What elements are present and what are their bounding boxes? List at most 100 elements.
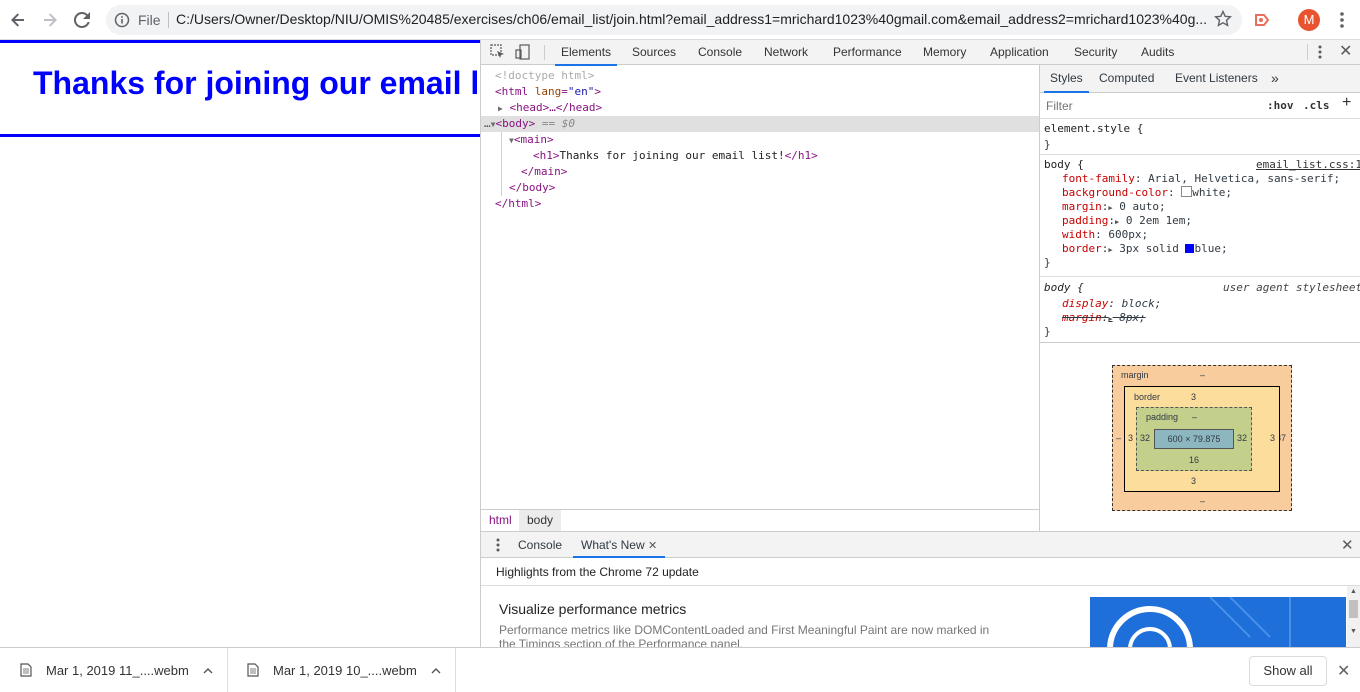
download-item[interactable]: Mar 1, 2019 10_....webm bbox=[227, 648, 456, 692]
margin-top-value[interactable]: – bbox=[1200, 370, 1205, 380]
forward-button[interactable] bbox=[38, 8, 62, 32]
property-value: 8px; bbox=[1119, 311, 1146, 324]
border-bottom-value[interactable]: 3 bbox=[1191, 476, 1196, 486]
screen-recorder-icon[interactable] bbox=[1252, 10, 1272, 30]
close-downloads-icon[interactable]: ✕ bbox=[1337, 661, 1350, 681]
scrollbar-thumb[interactable] bbox=[1349, 600, 1358, 618]
padding-left-value[interactable]: 32 bbox=[1140, 433, 1150, 443]
breadcrumb-body[interactable]: body bbox=[519, 510, 562, 532]
info-icon[interactable] bbox=[114, 12, 130, 28]
download-filename: Mar 1, 2019 10_....webm bbox=[273, 662, 417, 678]
expand-triangle-icon[interactable]: ▶ bbox=[498, 104, 503, 113]
chevron-up-icon[interactable] bbox=[203, 663, 213, 677]
css-property[interactable]: margin:▶ 0 auto; bbox=[1062, 200, 1166, 213]
dom-h1-node[interactable]: <h1>Thanks for joining our email list!</… bbox=[533, 148, 818, 164]
color-swatch-white[interactable] bbox=[1181, 186, 1193, 197]
css-property[interactable]: font-family: Arial, Helvetica, sans-seri… bbox=[1062, 172, 1340, 185]
new-style-rule-icon[interactable]: + bbox=[1342, 94, 1351, 112]
drawer-tab-console[interactable]: Console bbox=[518, 532, 562, 558]
close-drawer-icon[interactable]: ✕ bbox=[1341, 536, 1354, 554]
expand-triangle-icon[interactable]: ▶ bbox=[1108, 246, 1112, 254]
tab-computed[interactable]: Computed bbox=[1099, 65, 1154, 92]
dom-doctype[interactable]: <!doctype html> bbox=[495, 68, 594, 84]
border-top-value[interactable]: 3 bbox=[1191, 392, 1196, 402]
drawer-menu-icon[interactable] bbox=[495, 537, 501, 553]
close-tab-icon[interactable]: ✕ bbox=[648, 540, 657, 552]
close-devtools-icon[interactable]: ✕ bbox=[1339, 44, 1353, 60]
avatar[interactable]: M bbox=[1298, 9, 1320, 31]
back-button[interactable] bbox=[6, 8, 30, 32]
cls-toggle[interactable]: .cls bbox=[1303, 99, 1330, 112]
tab-sources[interactable]: Sources bbox=[632, 40, 676, 64]
rule-selector[interactable]: body { bbox=[1044, 158, 1084, 171]
margin-bottom-value[interactable]: – bbox=[1200, 496, 1205, 506]
bookmark-star-icon[interactable] bbox=[1214, 10, 1232, 28]
border-right-value[interactable]: 3 bbox=[1270, 433, 1275, 443]
tab-event-listeners[interactable]: Event Listeners bbox=[1175, 65, 1258, 92]
dom-main-node[interactable]: ▼<main> bbox=[509, 132, 554, 148]
reload-icon bbox=[74, 12, 90, 28]
scroll-down-icon[interactable]: ▼ bbox=[1350, 628, 1357, 635]
tab-elements[interactable]: Elements bbox=[555, 40, 618, 66]
tab-network[interactable]: Network bbox=[764, 40, 808, 64]
device-toolbar-icon[interactable] bbox=[515, 44, 531, 60]
dom-html-close[interactable]: </html> bbox=[495, 196, 541, 212]
article-text: Performance metrics like DOMContentLoade… bbox=[499, 623, 990, 637]
box-model-border[interactable]: border 3 3 3 3 padding – 16 32 32 600 × … bbox=[1124, 386, 1280, 492]
property-value: 3px solid bbox=[1119, 242, 1179, 255]
box-model-content[interactable]: 600 × 79.875 bbox=[1154, 429, 1234, 449]
border-left-value[interactable]: 3 bbox=[1128, 433, 1133, 443]
css-property[interactable]: padding:▶ 0 2em 1em; bbox=[1062, 214, 1192, 227]
property-value: 600px; bbox=[1108, 228, 1149, 241]
tab-console[interactable]: Console bbox=[698, 40, 742, 64]
css-property[interactable]: background-color: white; bbox=[1062, 186, 1232, 199]
margin-left-value[interactable]: – bbox=[1116, 433, 1121, 443]
tab-styles[interactable]: Styles bbox=[1044, 65, 1089, 93]
breadcrumb-html[interactable]: html bbox=[489, 513, 512, 527]
property-name: background-color bbox=[1062, 186, 1168, 199]
dom-html-node[interactable]: <html lang="en"> bbox=[495, 84, 601, 100]
element-style-selector[interactable]: element.style { bbox=[1044, 122, 1143, 135]
rule-source-link[interactable]: email_list.css:1 bbox=[1256, 158, 1360, 171]
chevron-up-icon[interactable] bbox=[431, 663, 441, 677]
download-item[interactable]: Mar 1, 2019 11_....webm bbox=[0, 648, 228, 692]
expand-triangle-icon[interactable]: ▶ bbox=[1108, 204, 1112, 212]
kebab-menu-icon[interactable] bbox=[1334, 10, 1350, 30]
devtools-menu-icon[interactable] bbox=[1315, 44, 1325, 60]
padding-top-value[interactable]: – bbox=[1192, 412, 1197, 422]
elements-tree: <!doctype html> <html lang="en"> ▶ <head… bbox=[481, 65, 1039, 508]
reload-button[interactable] bbox=[70, 8, 94, 32]
css-property[interactable]: width: 600px; bbox=[1062, 228, 1148, 241]
tab-memory[interactable]: Memory bbox=[923, 40, 966, 64]
dom-body-node[interactable]: …▼<body> == $0 bbox=[484, 116, 575, 132]
dom-head-node[interactable]: ▶ <head>…</head> bbox=[498, 100, 602, 116]
url-text[interactable]: C:/Users/Owner/Desktop/NIU/OMIS%20485/ex… bbox=[176, 11, 1206, 27]
more-tabs-icon[interactable]: » bbox=[1271, 65, 1279, 91]
tab-application[interactable]: Application bbox=[990, 40, 1049, 64]
dom-body-close[interactable]: </body> bbox=[509, 180, 555, 196]
tab-audits[interactable]: Audits bbox=[1141, 40, 1174, 64]
inspect-element-icon[interactable] bbox=[490, 44, 506, 60]
dom-main-close[interactable]: </main> bbox=[521, 164, 567, 180]
tab-security[interactable]: Security bbox=[1074, 40, 1117, 64]
filter-input[interactable] bbox=[1042, 95, 1258, 117]
scroll-up-icon[interactable]: ▲ bbox=[1350, 588, 1357, 595]
box-model-margin[interactable]: margin – – – -187 border 3 3 3 3 padding… bbox=[1112, 365, 1292, 511]
hov-toggle[interactable]: :hov bbox=[1267, 99, 1294, 112]
drawer-tab-whats-new[interactable]: What's New ✕ bbox=[573, 532, 666, 558]
property-name: margin bbox=[1062, 200, 1102, 213]
padding-bottom-value[interactable]: 16 bbox=[1189, 455, 1199, 465]
address-bar[interactable]: File C:/Users/Owner/Desktop/NIU/OMIS%204… bbox=[106, 5, 1242, 35]
padding-right-value[interactable]: 32 bbox=[1237, 433, 1247, 443]
css-property[interactable]: border:▶ 3px solid blue; bbox=[1062, 242, 1228, 255]
margin-label: margin bbox=[1121, 370, 1149, 380]
box-model-padding[interactable]: padding – 16 32 32 600 × 79.875 bbox=[1136, 407, 1252, 471]
vertical-scrollbar[interactable]: ▲ ▼ bbox=[1347, 586, 1360, 648]
more-dots-icon[interactable]: … bbox=[484, 117, 491, 130]
article-title[interactable]: Visualize performance metrics bbox=[499, 601, 686, 617]
page-body: Thanks for joining our email l bbox=[0, 40, 480, 137]
tab-performance[interactable]: Performance bbox=[833, 40, 902, 64]
rule-close-brace: } bbox=[1044, 138, 1051, 151]
expand-triangle-icon[interactable]: ▶ bbox=[1115, 218, 1119, 226]
show-all-button[interactable]: Show all bbox=[1249, 656, 1327, 686]
